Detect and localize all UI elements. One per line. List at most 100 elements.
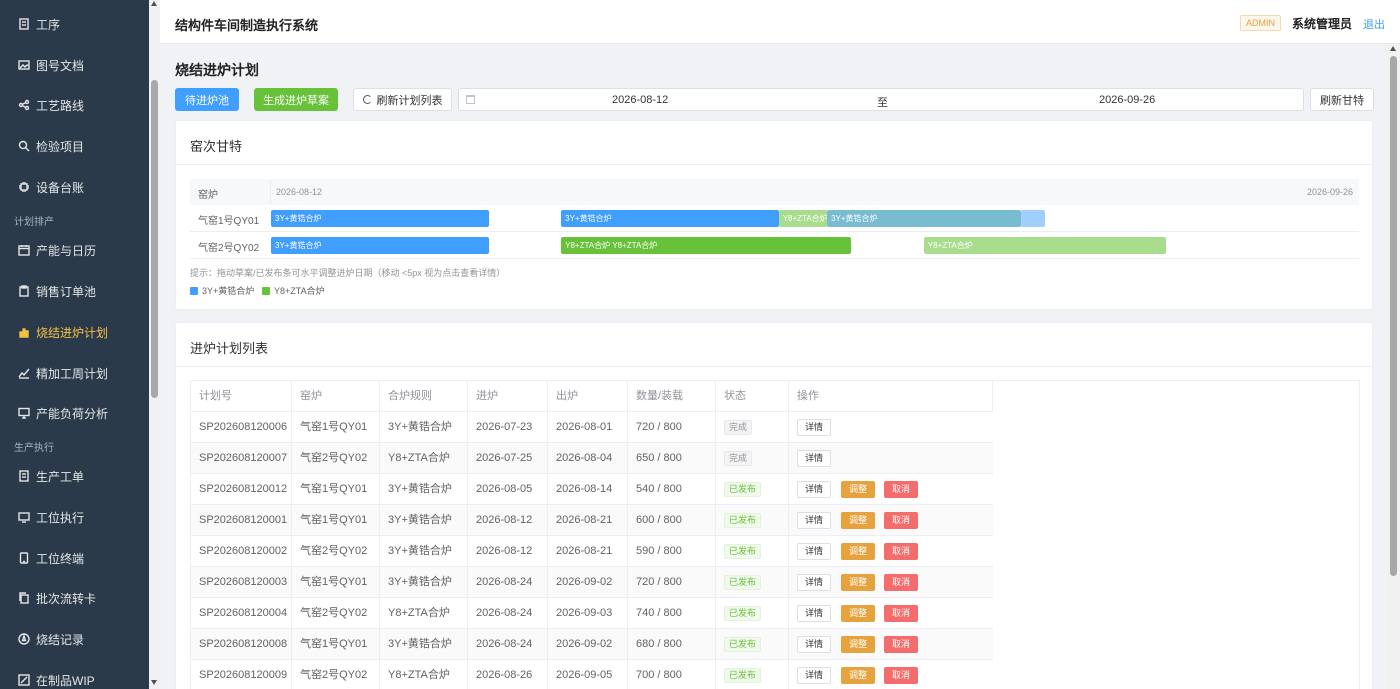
- date-start-input[interactable]: 2026-08-12: [612, 94, 668, 106]
- sidebar-item[interactable]: 烧结记录: [0, 619, 149, 659]
- actions-cell: 详情 调整 取消: [789, 567, 993, 598]
- sidebar-scrollbar[interactable]: [149, 0, 160, 689]
- sidebar-item[interactable]: 工序: [0, 4, 149, 44]
- gantt-bar[interactable]: Y8+ZTA合炉 Y8+ZTA合炉: [561, 237, 852, 254]
- status-cell: 完成: [716, 443, 789, 474]
- status-badge: 已发布: [724, 543, 762, 559]
- table-cell: 600 / 800: [628, 505, 716, 536]
- table-cell: 2026-08-21: [548, 505, 628, 536]
- sidebar-item[interactable]: 批次流转卡: [0, 578, 149, 618]
- table-cell: 3Y+黄锆合炉: [380, 629, 468, 660]
- sidebar-item[interactable]: 产能与日历: [0, 230, 149, 270]
- sidebar-item[interactable]: 烧结进炉计划: [0, 312, 149, 352]
- table-cell: 3Y+黄锆合炉: [380, 567, 468, 598]
- detail-button[interactable]: 详情: [797, 419, 832, 436]
- gantt-bar[interactable]: [1020, 210, 1045, 227]
- sidebar-item[interactable]: 产能负荷分析: [0, 393, 149, 433]
- table-header-cell: 数量/装载: [628, 381, 716, 412]
- legend-swatch-y8: [262, 286, 270, 295]
- cancel-button[interactable]: 取消: [884, 543, 919, 560]
- sidebar-item[interactable]: 生产工单: [0, 456, 149, 496]
- sidebar-item-label: 产能负荷分析: [36, 406, 109, 421]
- plan-list-header: 进炉计划列表: [176, 323, 1372, 367]
- date-end-input[interactable]: 2026-09-26: [1099, 94, 1155, 106]
- main-scroll-thumb[interactable]: [1390, 56, 1397, 576]
- adjust-button[interactable]: 调整: [841, 605, 876, 622]
- tablet-icon: [18, 552, 30, 564]
- sidebar-item-label: 工序: [36, 17, 61, 32]
- cancel-button[interactable]: 取消: [884, 605, 919, 622]
- detail-button[interactable]: 详情: [797, 543, 832, 560]
- sidebar-scroll-thumb[interactable]: [151, 80, 158, 398]
- status-cell: 已发布: [716, 567, 789, 598]
- status-cell: 已发布: [716, 629, 789, 660]
- sidebar-item-label: 图号文档: [36, 58, 85, 73]
- scroll-down-arrow-icon[interactable]: [151, 680, 157, 685]
- table-cell: Y8+ZTA合炉: [380, 660, 468, 689]
- table-cell: SP202608120007: [191, 443, 292, 474]
- gantt-bar[interactable]: 3Y+黄锆合炉: [827, 210, 1021, 227]
- status-cell: 已发布: [716, 505, 789, 536]
- generate-draft-button[interactable]: 生成进炉草案: [254, 88, 338, 111]
- date-range-picker[interactable]: 2026-08-12 至 2026-09-26: [458, 88, 1304, 111]
- sidebar-item[interactable]: 销售订单池: [0, 271, 149, 311]
- pending-pool-button[interactable]: 待进炉池: [175, 88, 239, 111]
- cancel-button[interactable]: 取消: [884, 574, 919, 591]
- sidebar-item[interactable]: 图号文档: [0, 45, 149, 85]
- gantt-range-end: 2026-09-26: [1306, 187, 1353, 197]
- cancel-button[interactable]: 取消: [884, 481, 919, 498]
- detail-button[interactable]: 详情: [797, 574, 832, 591]
- adjust-button[interactable]: 调整: [841, 667, 876, 684]
- sidebar-item[interactable]: 检验项目: [0, 126, 149, 166]
- cancel-button[interactable]: 取消: [884, 636, 919, 653]
- detail-button[interactable]: 详情: [797, 667, 832, 684]
- table-row: SP202608120002 气窑2号QY02 3Y+黄锆合炉 2026-08-12 2…: [191, 536, 993, 567]
- page-title: 烧结进炉计划: [175, 62, 259, 78]
- gantt-bar[interactable]: 3Y+黄锆合炉: [271, 237, 489, 254]
- adjust-button[interactable]: 调整: [841, 481, 876, 498]
- logout-link[interactable]: 退出: [1363, 16, 1385, 32]
- adjust-button[interactable]: 调整: [841, 543, 876, 560]
- table-cell: 2026-08-24: [468, 567, 548, 598]
- sidebar-item[interactable]: 工艺路线: [0, 85, 149, 125]
- detail-button[interactable]: 详情: [797, 636, 832, 653]
- sidebar-item[interactable]: 在制品WIP: [0, 660, 149, 689]
- scroll-up-arrow-icon[interactable]: [1390, 46, 1396, 51]
- gantt-bar[interactable]: Y8+ZTA合炉: [778, 210, 828, 227]
- detail-button[interactable]: 详情: [797, 605, 832, 622]
- sidebar-item[interactable]: 工位终端: [0, 538, 149, 578]
- gantt-bar[interactable]: 3Y+黄锆合炉: [561, 210, 779, 227]
- table-cell: 气窑2号QY02: [292, 660, 380, 689]
- status-badge: 完成: [724, 419, 753, 435]
- sidebar-item-label: 产能与日历: [36, 243, 97, 258]
- sidebar-item[interactable]: 工位执行: [0, 497, 149, 537]
- adjust-button[interactable]: 调整: [841, 512, 876, 529]
- adjust-button[interactable]: 调整: [841, 636, 876, 653]
- status-cell: 已发布: [716, 660, 789, 689]
- detail-button[interactable]: 详情: [797, 512, 832, 529]
- table-cell: 720 / 800: [628, 567, 716, 598]
- main-scrollbar[interactable]: [1387, 44, 1400, 689]
- sidebar-item-label: 检验项目: [36, 139, 85, 154]
- table-cell: 2026-08-05: [468, 474, 548, 505]
- adjust-button[interactable]: 调整: [841, 574, 876, 591]
- sidebar-item[interactable]: 设备台账: [0, 167, 149, 207]
- scroll-up-arrow-icon[interactable]: [151, 1, 157, 6]
- table-header-cell: 计划号: [191, 381, 292, 412]
- gantt-bar[interactable]: 3Y+黄锆合炉: [271, 210, 489, 227]
- table-cell: 2026-07-23: [468, 412, 548, 443]
- detail-button[interactable]: 详情: [797, 450, 832, 467]
- sidebar-item[interactable]: 精加工周计划: [0, 353, 149, 393]
- table-cell: 700 / 800: [628, 660, 716, 689]
- cancel-button[interactable]: 取消: [884, 667, 919, 684]
- sidebar-item-label: 工位终端: [36, 551, 85, 566]
- cancel-button[interactable]: 取消: [884, 512, 919, 529]
- legend-label-3y: 3Y+黄锆合炉: [202, 286, 255, 296]
- status-badge: 已发布: [724, 481, 762, 497]
- gantt-bar[interactable]: Y8+ZTA合炉: [923, 237, 1166, 254]
- trend-icon: [18, 367, 30, 379]
- refresh-gantt-button[interactable]: 刷新甘特: [1310, 88, 1374, 111]
- date-separator: 至: [877, 97, 888, 109]
- refresh-list-button[interactable]: 刷新计划列表: [353, 88, 452, 111]
- detail-button[interactable]: 详情: [797, 481, 832, 498]
